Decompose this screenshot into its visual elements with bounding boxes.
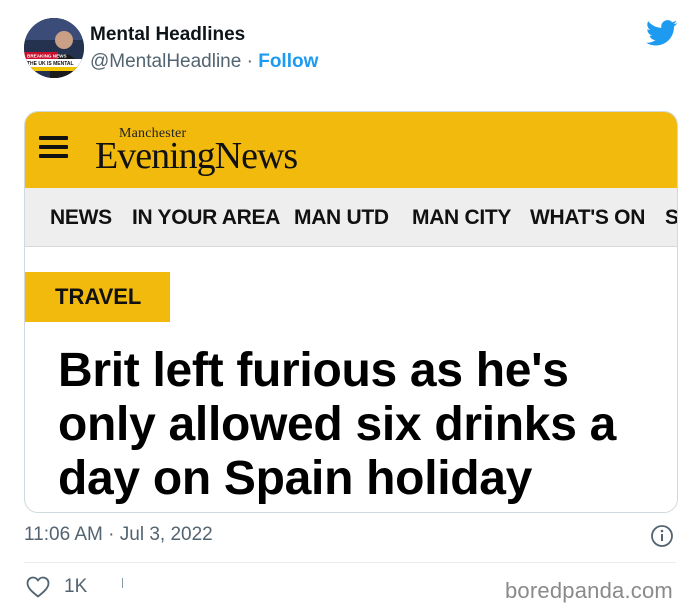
- men-nav-bar: NEWS IN YOUR AREA MAN UTD MAN CITY WHAT'…: [25, 188, 677, 247]
- twitter-bird-icon[interactable]: [646, 20, 678, 46]
- nav-item-news[interactable]: NEWS: [50, 206, 112, 230]
- separator: ·: [246, 51, 253, 72]
- article-headline[interactable]: Brit left furious as he's only allowed s…: [58, 344, 668, 506]
- nav-item-in-your-area[interactable]: IN YOUR AREA: [132, 206, 280, 230]
- nav-item-man-utd[interactable]: MAN UTD: [294, 206, 389, 230]
- author-name[interactable]: Mental Headlines: [90, 24, 245, 46]
- svg-text:BREAKING NEWS: BREAKING NEWS: [27, 54, 67, 59]
- avatar-image: BREAKING NEWS THE UK IS MENTAL: [24, 18, 84, 78]
- men-header-bar: Manchester EveningNews: [25, 112, 677, 188]
- watermark: boredpanda.com: [505, 578, 673, 603]
- travel-tag[interactable]: TRAVEL: [25, 272, 170, 322]
- author-handle[interactable]: @MentalHeadline: [90, 51, 241, 72]
- divider-tick: [122, 578, 123, 588]
- info-icon[interactable]: [650, 524, 674, 548]
- hamburger-menu-icon[interactable]: [39, 136, 68, 158]
- nav-item-man-city[interactable]: MAN CITY: [412, 206, 511, 230]
- svg-text:THE UK IS MENTAL: THE UK IS MENTAL: [27, 61, 74, 67]
- masthead-evening-news: EveningNews: [95, 135, 298, 177]
- author-handle-line: @MentalHeadline · Follow: [90, 51, 318, 73]
- travel-tag-label: TRAVEL: [55, 284, 142, 309]
- like-count: 1K: [64, 576, 88, 597]
- nav-item-whats-on[interactable]: WHAT'S ON: [530, 206, 645, 230]
- divider: [24, 562, 676, 563]
- nav-item-truncated[interactable]: S: [665, 206, 677, 230]
- avatar[interactable]: BREAKING NEWS THE UK IS MENTAL: [24, 18, 84, 78]
- tweet-timestamp[interactable]: 11:06 AM · Jul 3, 2022: [24, 524, 213, 546]
- heart-icon[interactable]: [26, 576, 50, 598]
- article-image[interactable]: Manchester EveningNews NEWS IN YOUR AREA…: [24, 111, 678, 513]
- follow-button[interactable]: Follow: [258, 51, 318, 72]
